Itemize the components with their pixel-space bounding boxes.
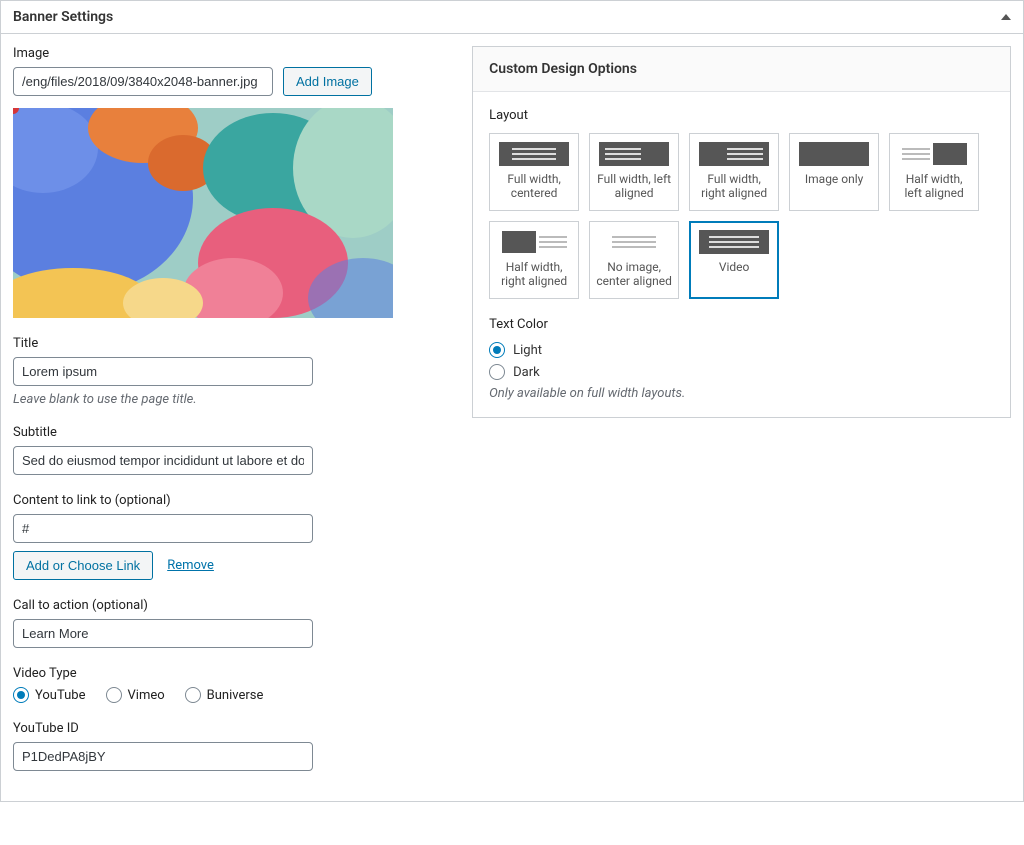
text-color-light-label: Light	[513, 343, 542, 358]
cta-field: Call to action (optional)	[13, 598, 452, 648]
video-type-buniverse[interactable]: Buniverse	[185, 687, 264, 703]
subtitle-label: Subtitle	[13, 425, 452, 440]
video-type-youtube-radio[interactable]	[13, 687, 29, 703]
layout-full-right[interactable]: Full width, right aligned	[689, 133, 779, 211]
video-type-vimeo-radio[interactable]	[106, 687, 122, 703]
layout-grid: Full width, centered Full width, left al…	[489, 133, 994, 299]
left-column: Image Add Image	[13, 46, 452, 789]
video-type-vimeo[interactable]: Vimeo	[106, 687, 165, 703]
layout-half-right[interactable]: Half width, right aligned	[489, 221, 579, 299]
youtube-id-input[interactable]	[13, 742, 313, 771]
title-label: Title	[13, 336, 452, 351]
text-color-hint: Only available on full width layouts.	[489, 386, 994, 401]
image-path-input[interactable]	[13, 67, 273, 96]
title-input[interactable]	[13, 357, 313, 386]
text-color-label: Text Color	[489, 317, 994, 332]
layout-label: Layout	[489, 108, 994, 123]
subtitle-field: Subtitle	[13, 425, 452, 475]
layout-label-text: Half width, right aligned	[501, 260, 567, 288]
layout-label-text: No image, center aligned	[596, 260, 671, 288]
custom-design-panel: Custom Design Options Layout Full width,…	[472, 46, 1011, 418]
panel-title: Custom Design Options	[473, 47, 1010, 92]
metabox-header: Banner Settings	[1, 1, 1023, 34]
collapse-icon[interactable]	[1001, 14, 1011, 20]
right-column: Custom Design Options Layout Full width,…	[472, 46, 1011, 789]
metabox-title: Banner Settings	[13, 9, 113, 25]
cta-input[interactable]	[13, 619, 313, 648]
banner-settings-metabox: Banner Settings Image Add Image	[0, 0, 1024, 802]
video-type-buniverse-radio[interactable]	[185, 687, 201, 703]
image-label: Image	[13, 46, 452, 61]
layout-label-text: Half width, left aligned	[905, 172, 964, 200]
video-type-field: Video Type YouTube Vimeo Buniverse	[13, 666, 452, 703]
add-image-button[interactable]: Add Image	[283, 67, 372, 96]
layout-label-text: Full width, right aligned	[701, 172, 767, 200]
layout-video[interactable]: Video	[689, 221, 779, 299]
layout-label-text: Image only	[805, 172, 863, 186]
layout-image-only[interactable]: Image only	[789, 133, 879, 211]
layout-label-text: Full width, left aligned	[597, 172, 671, 200]
layout-no-image-center[interactable]: No image, center aligned	[589, 221, 679, 299]
title-field: Title Leave blank to use the page title.	[13, 336, 452, 407]
add-or-choose-link-button[interactable]: Add or Choose Link	[13, 551, 153, 580]
youtube-id-label: YouTube ID	[13, 721, 452, 736]
video-type-label: Video Type	[13, 666, 452, 681]
youtube-id-field: YouTube ID	[13, 721, 452, 771]
layout-label-text: Full width, centered	[507, 172, 561, 200]
link-label: Content to link to (optional)	[13, 493, 452, 508]
text-color-light-radio[interactable]	[489, 342, 505, 358]
layout-half-left[interactable]: Half width, left aligned	[889, 133, 979, 211]
remove-link[interactable]: Remove	[167, 558, 214, 573]
text-color-dark-label: Dark	[513, 365, 540, 380]
image-preview	[13, 108, 393, 318]
subtitle-input[interactable]	[13, 446, 313, 475]
layout-full-centered[interactable]: Full width, centered	[489, 133, 579, 211]
metabox-body: Image Add Image	[1, 34, 1023, 801]
link-input[interactable]	[13, 514, 313, 543]
cta-label: Call to action (optional)	[13, 598, 452, 613]
text-color-dark-radio[interactable]	[489, 364, 505, 380]
layout-label-text: Video	[719, 260, 750, 274]
image-field: Image Add Image	[13, 46, 452, 318]
title-hint: Leave blank to use the page title.	[13, 392, 452, 407]
video-type-youtube[interactable]: YouTube	[13, 687, 86, 703]
link-field: Content to link to (optional) Add or Cho…	[13, 493, 452, 580]
layout-full-left[interactable]: Full width, left aligned	[589, 133, 679, 211]
